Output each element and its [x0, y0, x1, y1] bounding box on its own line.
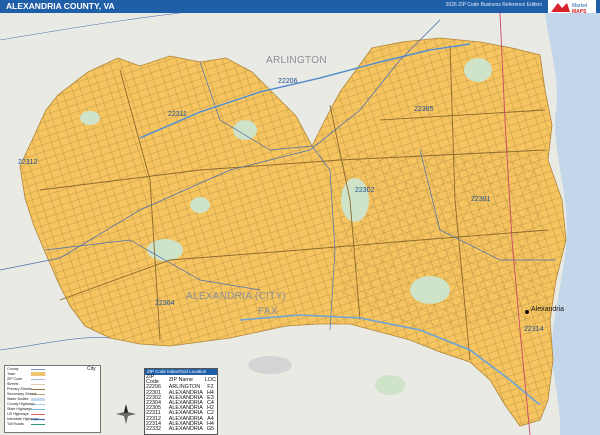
table-row: 22332 ALEXANDRIA G5	[145, 426, 217, 433]
zip-label-22302: 22302	[355, 187, 375, 194]
park	[248, 356, 292, 374]
zip-label-22301: 22301	[471, 196, 491, 203]
name-cell: ALEXANDRIA	[168, 426, 203, 433]
zip-label-22312: 22312	[18, 159, 38, 166]
zip-label-22304: 22304	[155, 300, 175, 307]
park	[410, 276, 450, 304]
map-title: ALEXANDRIA COUNTY, VA	[6, 1, 115, 11]
loc-cell: G5	[206, 426, 215, 433]
legend-item: Toll Roads	[7, 422, 24, 426]
zip-cell: 22332	[146, 426, 161, 433]
zip-index-table: ZIP Code ZIP Name LOC 22206 ARLINGTON F2 2…	[145, 374, 217, 433]
park	[190, 197, 210, 213]
city-label-alexandria: Alexandria	[531, 306, 565, 313]
zip-label-22305: 22305	[414, 106, 434, 113]
legend-symbols	[31, 369, 46, 425]
map-page: ALEXANDRIA COUNTY, VA 2026 ZIP Code Busi…	[0, 0, 600, 435]
park	[341, 178, 369, 222]
park	[147, 239, 183, 261]
zip-label-22206: 22206	[278, 78, 298, 85]
title-bar: ALEXANDRIA COUNTY, VA 2026 ZIP Code Busi…	[0, 0, 600, 16]
park	[80, 111, 100, 125]
north-arrow-icon	[116, 404, 136, 424]
edition-label: 2026 ZIP Code Business Reference Edition	[445, 2, 542, 8]
place-label-alexandria-city: ALEXANDRIA (CITY)	[186, 291, 287, 302]
map-legend: County Town ZIP Code Streets Primary Str…	[4, 365, 101, 433]
place-label-arlington: ARLINGTON	[266, 55, 327, 66]
zip-label-22314: 22314	[524, 326, 544, 333]
park	[375, 375, 405, 395]
legend-city-symbol: City	[87, 366, 96, 372]
city-marker	[525, 310, 529, 314]
park	[464, 58, 492, 82]
zip-index-header: ZIP Code Index/Grid Location	[145, 369, 217, 375]
zip-code-index: ZIP Code Index/Grid Location ZIP Code ZI…	[144, 368, 218, 435]
zip-label-22311: 22311	[168, 111, 187, 118]
place-label-fax: FAX	[258, 306, 278, 317]
